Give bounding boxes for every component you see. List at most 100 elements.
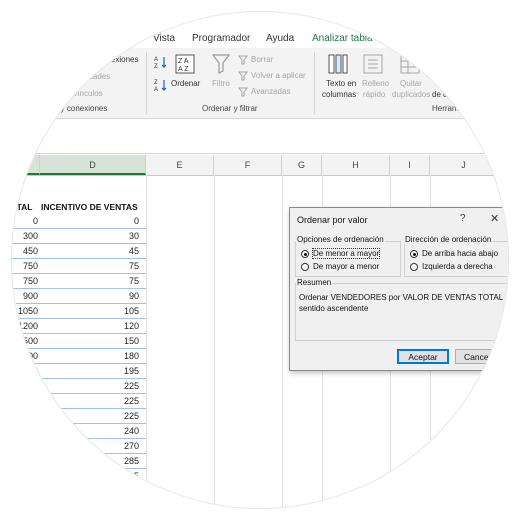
ribbon-separator <box>146 52 147 114</box>
cell-total[interactable]: 2250 <box>12 379 38 394</box>
ribbon-item-edit-links[interactable]: ar vínculos <box>64 89 103 98</box>
flash-fill-icon[interactable] <box>363 53 383 75</box>
cell-incentivo[interactable]: 195 <box>40 364 139 379</box>
cell-incentivo[interactable]: 105 <box>40 304 139 319</box>
cell-incentivo[interactable]: 150 <box>40 334 139 349</box>
text-to-columns-label-2[interactable]: columnas <box>322 90 356 99</box>
svg-text:Z A: Z A <box>178 58 189 65</box>
flash-fill-label-2[interactable]: rápido <box>363 90 385 99</box>
data-validation-icon[interactable] <box>434 53 450 75</box>
tab-analizar-tabla-dinamica[interactable]: Analizar tabla dinámica <box>312 33 415 44</box>
cell-incentivo[interactable]: 225 <box>40 379 139 394</box>
row-border <box>12 468 146 469</box>
ribbon-item-connections[interactable]: onexiones <box>102 55 138 64</box>
cell-total[interactable] <box>12 454 38 469</box>
column-header-h[interactable]: H <box>322 155 390 175</box>
cell-total[interactable]: 1050 <box>12 304 38 319</box>
column-header-g[interactable]: G <box>282 155 322 175</box>
column-header-selected[interactable] <box>12 155 40 175</box>
direction-label: Dirección de ordenación <box>404 235 493 244</box>
cell-total[interactable] <box>12 484 38 499</box>
cell-incentivo[interactable]: 45 <box>40 244 139 259</box>
cell-incentivo[interactable]: 225 <box>40 409 139 424</box>
sort-asc-icon[interactable]: A Z <box>154 55 168 69</box>
flash-fill-label-1[interactable]: Relleno <box>362 79 389 88</box>
sort-desc-icon[interactable]: Z A <box>154 78 168 92</box>
cell-incentivo[interactable]: 75 <box>40 259 139 274</box>
cell-incentivo[interactable]: 120 <box>40 319 139 334</box>
radio-descending-label[interactable]: De mayor a menor <box>313 262 379 271</box>
cell-total[interactable] <box>12 439 38 454</box>
cell-incentivo[interactable]: 330 <box>40 499 139 508</box>
advanced-button-label[interactable]: Avanzadas <box>251 87 290 96</box>
ribbon-item-properties[interactable]: edades <box>84 72 110 81</box>
header-incentivo[interactable]: INCENTIVO DE VENTAS <box>41 202 138 212</box>
column-header-i[interactable]: I <box>390 155 430 175</box>
cell-total[interactable] <box>12 424 38 439</box>
column-header-e[interactable]: E <box>146 155 214 175</box>
radio-ascending-label[interactable]: De menor a mayor <box>311 248 381 259</box>
grid-line <box>282 175 283 508</box>
reapply-icon[interactable] <box>238 71 248 81</box>
column-header-j[interactable]: J <box>430 155 498 175</box>
cell-incentivo[interactable]: 180 <box>40 349 139 364</box>
close-icon[interactable]: ✕ <box>490 212 499 225</box>
tab-programador[interactable]: Programador <box>192 33 250 44</box>
data-validation-label-1[interactable]: V <box>436 79 441 88</box>
column-header-f[interactable]: F <box>214 155 282 175</box>
tab-ayuda[interactable]: Ayuda <box>266 33 294 44</box>
cell-total[interactable]: 1800 <box>12 349 38 364</box>
cell-total[interactable]: 300 <box>12 229 38 244</box>
sort-button-label[interactable]: Ordenar <box>171 79 200 88</box>
cell-total[interactable]: 0 <box>12 214 38 229</box>
cell-incentivo[interactable]: 225 <box>40 394 139 409</box>
tab-vista[interactable]: Vista <box>153 33 175 44</box>
grid-line <box>146 175 147 508</box>
cell-incentivo[interactable]: 90 <box>40 289 139 304</box>
advanced-filter-icon[interactable] <box>238 87 248 97</box>
radio-left-to-right-label[interactable]: Izquierda a derecha <box>422 262 493 271</box>
cell-total[interactable]: 750 <box>12 259 38 274</box>
cell-incentivo[interactable]: 240 <box>40 424 139 439</box>
data-validation-label-2[interactable]: de d <box>432 90 448 99</box>
accept-button[interactable]: Aceptar <box>397 349 449 364</box>
cell-incentivo[interactable]: 75 <box>40 274 139 289</box>
cell-total[interactable]: 750 <box>12 274 38 289</box>
radio-ascending[interactable] <box>301 250 309 258</box>
remove-duplicates-label-1[interactable]: Quitar <box>400 79 422 88</box>
cell-total[interactable]: 1950 <box>12 364 38 379</box>
formula-bar-area <box>12 119 508 154</box>
cell-total[interactable]: 1200 <box>12 319 38 334</box>
cell-incentivo[interactable]: 0 <box>40 214 139 229</box>
cell-total[interactable] <box>12 469 38 484</box>
clear-filter-icon[interactable] <box>238 55 248 65</box>
filter-icon[interactable] <box>212 54 230 74</box>
filter-button-label[interactable]: Filtro <box>212 79 230 88</box>
radio-top-to-bottom-label[interactable]: De arriba hacia abajo <box>422 249 498 258</box>
cell-total[interactable] <box>12 499 38 508</box>
cell-total[interactable]: 1500 <box>12 334 38 349</box>
cell-incentivo[interactable]: 30 <box>40 229 139 244</box>
help-icon[interactable]: ? <box>460 213 466 224</box>
cell-incentivo[interactable]: 285 <box>40 454 139 469</box>
header-total[interactable]: OTAL <box>12 202 33 212</box>
cell-total[interactable]: 900 <box>12 289 38 304</box>
cell-total[interactable]: 450 <box>12 244 38 259</box>
radio-left-to-right[interactable] <box>410 263 418 271</box>
cell-incentivo[interactable]: 270 <box>40 439 139 454</box>
column-header-d[interactable]: D <box>40 155 146 175</box>
remove-duplicates-icon[interactable] <box>400 53 420 75</box>
cell-incentivo[interactable]: 300 <box>40 484 139 499</box>
remove-duplicates-label-2[interactable]: duplicados <box>392 90 430 99</box>
clear-button-label[interactable]: Borrar <box>251 55 273 64</box>
cell-total[interactable] <box>12 409 38 424</box>
radio-top-to-bottom[interactable] <box>410 250 418 258</box>
reapply-button-label[interactable]: Volver a aplicar <box>251 71 306 80</box>
sort-az-icon[interactable]: Z A A Z <box>175 54 195 74</box>
text-to-columns-icon[interactable] <box>328 53 348 75</box>
cell-total[interactable] <box>12 394 38 409</box>
cell-incentivo[interactable]: 285 <box>40 469 139 484</box>
text-to-columns-label-1[interactable]: Texto en <box>326 79 356 88</box>
cancel-button[interactable]: Cancelar <box>455 349 507 364</box>
radio-descending[interactable] <box>301 263 309 271</box>
